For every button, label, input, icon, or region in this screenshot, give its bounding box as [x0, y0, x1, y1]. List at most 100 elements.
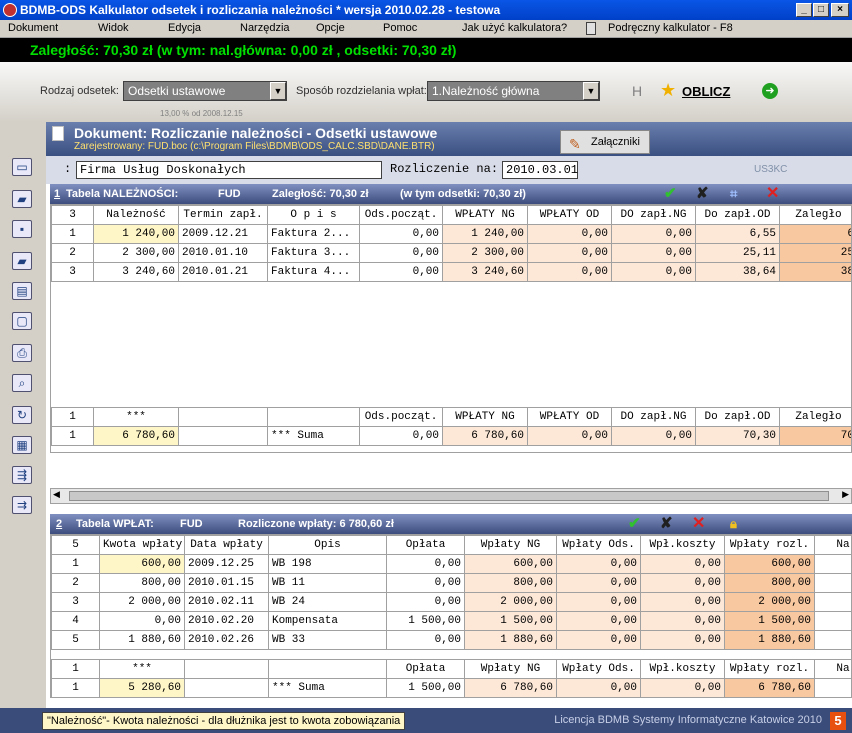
table-cell[interactable]: 2010.01.15: [184, 573, 269, 593]
go-arrow-icon[interactable]: ➜: [762, 83, 778, 99]
table-cell[interactable]: 38: [779, 262, 851, 282]
table-cell[interactable]: 0,00: [556, 573, 641, 593]
table1-header[interactable]: WPŁATY OD: [527, 205, 612, 225]
table-row[interactable]: 1 600,00 2009.12.25 WB 198 0,00 600,00 0…: [51, 554, 851, 574]
table-cell[interactable]: 0,00: [527, 262, 612, 282]
table-cell[interactable]: 0,00: [611, 224, 696, 244]
table-cell[interactable]: 4: [51, 611, 100, 631]
rodzaj-select[interactable]: Odsetki ustawowe ▼: [123, 81, 287, 101]
table-cell[interactable]: 0,00: [386, 592, 465, 612]
table1-header[interactable]: Należność: [93, 205, 179, 225]
table2-header[interactable]: Kwota wpłaty: [99, 535, 185, 555]
table-cell[interactable]: 38,64: [695, 262, 780, 282]
table-cell[interactable]: 0,00: [359, 262, 443, 282]
menu-jak-uzyc[interactable]: Jak użyć kalkulatora?: [462, 22, 567, 34]
table-cell[interactable]: 600,00: [99, 554, 185, 574]
table-cell[interactable]: 6: [779, 224, 851, 244]
table-cell[interactable]: 2 000,00: [724, 592, 815, 612]
tree-icon[interactable]: ⌗: [730, 184, 737, 204]
table-cell[interactable]: 2009.12.21: [178, 224, 268, 244]
table1-header[interactable]: WPŁATY NG: [442, 205, 528, 225]
table1-header[interactable]: Zaległo: [779, 205, 851, 225]
table-cell[interactable]: WB 24: [268, 592, 387, 612]
table-icon[interactable]: ▦: [12, 436, 32, 454]
scroll-left-icon[interactable]: ◀: [53, 489, 60, 500]
menu-narzedzia[interactable]: Narzędzia: [240, 22, 290, 34]
attachments-button[interactable]: ✎ Załączniki: [560, 130, 650, 154]
menu-edycja[interactable]: Edycja: [168, 22, 201, 34]
table-cell[interactable]: 0,00: [527, 224, 612, 244]
table1-header[interactable]: DO zapł.NG: [611, 205, 696, 225]
table-cell[interactable]: 0,00: [640, 630, 725, 650]
table-cell[interactable]: 2 000,00: [464, 592, 557, 612]
table-cell[interactable]: 3 240,60: [93, 262, 179, 282]
maximize-button[interactable]: □: [813, 3, 829, 17]
table-cell[interactable]: 1 880,60: [99, 630, 185, 650]
clipboard-icon[interactable]: ▤: [12, 282, 32, 300]
table-cell[interactable]: 3: [51, 592, 100, 612]
table-cell[interactable]: 2010.02.26: [184, 630, 269, 650]
table-cell[interactable]: 0,00: [386, 573, 465, 593]
table-cell[interactable]: Faktura 2...: [267, 224, 360, 244]
table-cell[interactable]: 800,00: [99, 573, 185, 593]
table-row[interactable]: 3 3 240,60 2010.01.21 Faktura 4... 0,00 …: [51, 262, 851, 282]
table2-header[interactable]: Wpł.koszty: [640, 535, 725, 555]
table-cell[interactable]: 2009.12.25: [184, 554, 269, 574]
check-icon[interactable]: ✔: [664, 184, 677, 204]
table1-header[interactable]: Termin zapł.: [178, 205, 268, 225]
table1-header[interactable]: Ods.począt.: [359, 205, 443, 225]
table2-header[interactable]: Wpłaty rozl.: [724, 535, 815, 555]
table-cell[interactable]: 1 500,00: [386, 611, 465, 631]
table1-hscroll[interactable]: ◀ ▶: [50, 488, 852, 504]
table-cell[interactable]: Faktura 4...: [267, 262, 360, 282]
table-row[interactable]: 3 2 000,00 2010.02.11 WB 24 0,00 2 000,0…: [51, 592, 851, 612]
table-cell[interactable]: 0,00: [556, 630, 641, 650]
table2-header[interactable]: Wpłaty Ods.: [556, 535, 641, 555]
company-field[interactable]: Firma Usług Doskonałych: [76, 161, 382, 179]
table-cell[interactable]: 2010.01.10: [178, 243, 268, 263]
table-cell[interactable]: 1 500,00: [724, 611, 815, 631]
table-cell[interactable]: 0,00: [99, 611, 185, 631]
table-cell[interactable]: WB 33: [268, 630, 387, 650]
table-cell[interactable]: 0,00: [386, 630, 465, 650]
menu-pomoc[interactable]: Pomoc: [383, 22, 417, 34]
cancel-check-icon[interactable]: ✘: [696, 184, 709, 204]
table-cell[interactable]: 2010.02.20: [184, 611, 269, 631]
table-cell[interactable]: 0,00: [640, 592, 725, 612]
menu-podreczny-kalkulator[interactable]: Podręczny kalkulator - F8: [608, 22, 733, 34]
table-cell[interactable]: 2: [51, 573, 100, 593]
menu-dokument[interactable]: Dokument: [8, 22, 58, 34]
table-row[interactable]: 2 800,00 2010.01.15 WB 11 0,00 800,00 0,…: [51, 573, 851, 593]
h-button[interactable]: H: [632, 83, 642, 99]
table-cell[interactable]: 0,00: [359, 224, 443, 244]
table-cell[interactable]: 0,00: [386, 554, 465, 574]
table-cell[interactable]: 1: [51, 224, 94, 244]
table-cell[interactable]: 2: [51, 243, 94, 263]
sposob-select[interactable]: 1.Należność główna ▼: [427, 81, 600, 101]
table-cell[interactable]: 1 880,60: [724, 630, 815, 650]
table2-header[interactable]: Data wpłaty: [184, 535, 269, 555]
table2-header[interactable]: Wpłaty NG: [464, 535, 557, 555]
oblicz-button[interactable]: OBLICZ: [682, 84, 730, 99]
table-row[interactable]: 4 0,00 2010.02.20 Kompensata 1 500,00 1 …: [51, 611, 851, 631]
table-cell[interactable]: 0,00: [640, 611, 725, 631]
table-cell[interactable]: 2 300,00: [93, 243, 179, 263]
check-icon[interactable]: ✔: [628, 514, 641, 534]
chevron-down-icon[interactable]: ▼: [583, 82, 599, 100]
table2-header[interactable]: Opłata: [386, 535, 465, 555]
menu-opcje[interactable]: Opcje: [316, 22, 345, 34]
table-cell[interactable]: 2 300,00: [442, 243, 528, 263]
table1-header[interactable]: Do zapł.OD: [695, 205, 780, 225]
table-cell[interactable]: WB 11: [268, 573, 387, 593]
table-row[interactable]: 2 2 300,00 2010.01.10 Faktura 3... 0,00 …: [51, 243, 851, 263]
table-cell[interactable]: [814, 554, 851, 574]
menu-widok[interactable]: Widok: [98, 22, 129, 34]
delete-icon[interactable]: ✕: [766, 184, 779, 204]
monitor-icon[interactable]: ▢: [12, 312, 32, 330]
table-cell[interactable]: 25: [779, 243, 851, 263]
table-cell[interactable]: Faktura 3...: [267, 243, 360, 263]
export-icon[interactable]: ⇶: [12, 466, 32, 484]
table-cell[interactable]: Kompensata: [268, 611, 387, 631]
print-preview-icon[interactable]: ⌕: [12, 374, 32, 392]
table-cell[interactable]: 0,00: [556, 592, 641, 612]
